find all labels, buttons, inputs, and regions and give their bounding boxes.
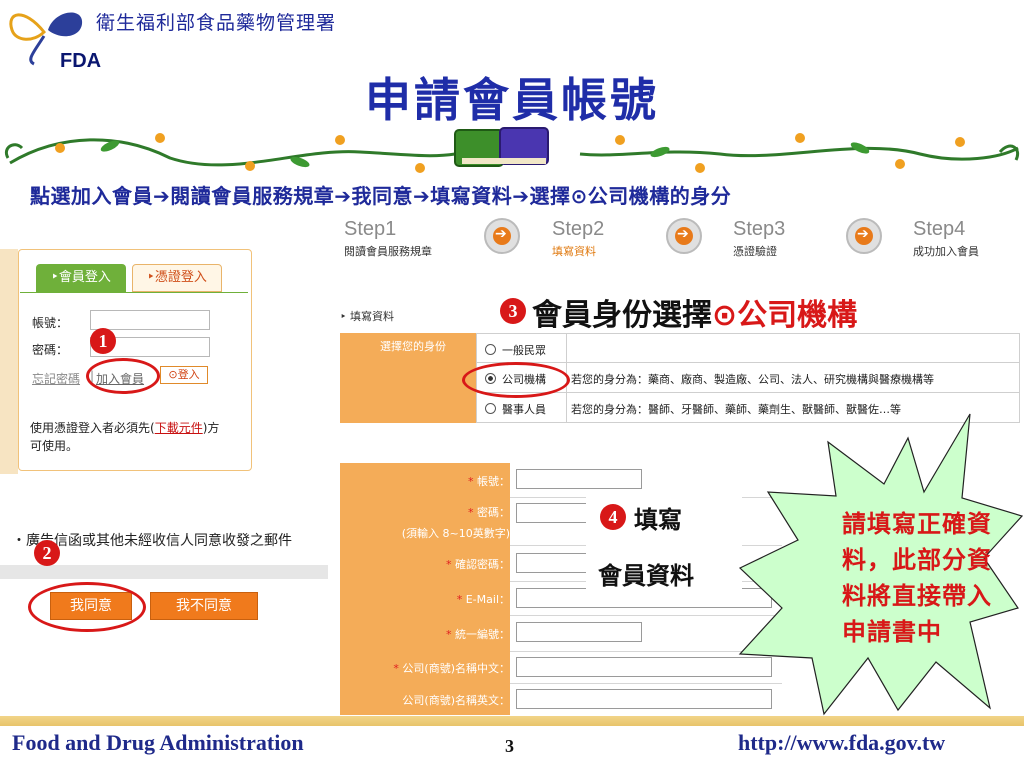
org-name: 衛生福利部食品藥物管理署 bbox=[96, 12, 337, 34]
badge-1: 1 bbox=[90, 328, 116, 354]
account-input[interactable] bbox=[90, 310, 210, 330]
identity-title-company: ⊙公司機構 bbox=[712, 298, 858, 333]
required-star: * bbox=[468, 475, 474, 488]
account-field[interactable] bbox=[516, 469, 642, 489]
badge-4: 4 bbox=[600, 504, 626, 530]
footer-bar bbox=[0, 716, 1024, 726]
step-4: Step4 成功加入會員 bbox=[913, 218, 979, 259]
badge-3: 3 bbox=[500, 298, 526, 324]
vine-divider-icon bbox=[5, 127, 1019, 173]
step-1-sub: 閱讀會員服務規章 bbox=[344, 245, 432, 258]
option-desc: 若您的身分為：藥商、廠商、製造廠、公司、法人、研究機構與醫療機構等 bbox=[571, 373, 934, 386]
step4-label-line2: 會員資料 bbox=[598, 562, 694, 590]
step-arrow-icon: ➔ bbox=[846, 218, 882, 254]
field-label: E-Mail： bbox=[465, 593, 510, 606]
field-label: 統一編號： bbox=[455, 628, 510, 641]
radio-icon[interactable] bbox=[485, 344, 496, 355]
field-label: 帳號： bbox=[477, 475, 510, 488]
page-number: 3 bbox=[505, 736, 514, 756]
step-2-sub: 填寫資料 bbox=[552, 245, 596, 258]
company-name-en-field[interactable] bbox=[516, 689, 772, 709]
highlight-ring-join bbox=[86, 358, 160, 394]
highlight-ring-company bbox=[462, 362, 570, 398]
required-star: * bbox=[468, 506, 474, 519]
step-4-label: Step4 bbox=[913, 218, 966, 240]
highlight-ring-agree bbox=[28, 582, 146, 632]
required-star: * bbox=[393, 662, 399, 675]
step-3-sub: 憑證驗證 bbox=[733, 245, 777, 258]
radio-icon[interactable] bbox=[485, 403, 496, 414]
identity-title: 會員身份選擇⊙公司機構 bbox=[532, 290, 857, 334]
form-row-name-zh: * 公司(商號)名稱中文： bbox=[340, 651, 780, 683]
field-label: 確認密碼： bbox=[455, 558, 510, 571]
identity-label: 選擇您的身份 bbox=[380, 340, 446, 353]
step-arrow-icon: ➔ bbox=[484, 218, 520, 254]
panel-side-bar bbox=[0, 249, 18, 474]
step-4-sub: 成功加入會員 bbox=[913, 245, 979, 258]
field-label: 公司(商號)名稱中文： bbox=[402, 662, 510, 675]
fill-data-section-title: ‣ 填寫資料 bbox=[340, 310, 394, 323]
tab-underline bbox=[20, 292, 248, 293]
password-hint: (須輸入 8~10英數字) bbox=[401, 527, 510, 540]
account-label: 帳號： bbox=[32, 316, 69, 330]
form-row-name-en: 公司(商號)名稱英文： bbox=[340, 683, 780, 715]
required-star: * bbox=[456, 593, 463, 606]
step-1-label: Step1 bbox=[344, 218, 397, 240]
step-3: Step3 憑證驗證 bbox=[733, 218, 785, 259]
login-button[interactable]: ⊙登入 bbox=[160, 366, 208, 384]
badge-2: 2 bbox=[34, 540, 60, 566]
step-2-label: Step2 bbox=[552, 218, 605, 240]
required-star: * bbox=[446, 558, 452, 571]
identity-option-public[interactable]: 一般民眾 bbox=[476, 333, 1020, 364]
required-star: * bbox=[446, 628, 452, 641]
step-1: Step1 閱讀會員服務規章 bbox=[344, 218, 432, 259]
download-component-link[interactable]: 下載元件 bbox=[155, 421, 203, 435]
footer-url[interactable]: http://www.fda.gov.tw bbox=[738, 730, 945, 756]
step-2: Step2 填寫資料 bbox=[552, 218, 604, 259]
form-row-tax-id: * 統一編號： bbox=[340, 615, 780, 651]
password-label: 密碼： bbox=[32, 343, 69, 357]
company-name-zh-field[interactable] bbox=[516, 657, 772, 677]
instruction-text: 點選加入會員➔閱讀會員服務規章➔我同意➔填寫資料➔選擇⊙公司機構的身分 bbox=[30, 184, 732, 208]
tab-member-login[interactable]: ‣會員登入 bbox=[36, 264, 126, 292]
option-label: 醫事人員 bbox=[502, 403, 546, 416]
cert-note-prefix: 使用憑證登入者必須先( bbox=[30, 421, 155, 435]
callout-text: 請填寫正確資料，此部分資料將直接帶入申請書中 bbox=[842, 510, 992, 646]
disagree-button[interactable]: 我不同意 bbox=[150, 592, 258, 620]
forgot-password-link[interactable]: 忘記密碼 bbox=[32, 370, 80, 387]
option-label: 一般民眾 bbox=[502, 344, 546, 357]
footer-org: Food and Drug Administration bbox=[12, 730, 304, 755]
field-label: 公司(商號)名稱英文： bbox=[402, 694, 510, 707]
form-row-account: * 帳號： bbox=[340, 463, 780, 497]
cert-note: 使用憑證登入者必須先(下載元件)方可使用。 bbox=[30, 419, 230, 455]
field-label: 密碼： bbox=[477, 506, 510, 519]
step-arrow-icon: ➔ bbox=[666, 218, 702, 254]
step-3-label: Step3 bbox=[733, 218, 786, 240]
step4-label-line1: 填寫 bbox=[634, 506, 682, 534]
tab-cert-login[interactable]: ‣憑證登入 bbox=[132, 264, 222, 292]
identity-title-main: 會員身份選擇 bbox=[532, 298, 712, 333]
tax-id-field[interactable] bbox=[516, 622, 642, 642]
terms-scrollbar[interactable] bbox=[0, 565, 328, 579]
